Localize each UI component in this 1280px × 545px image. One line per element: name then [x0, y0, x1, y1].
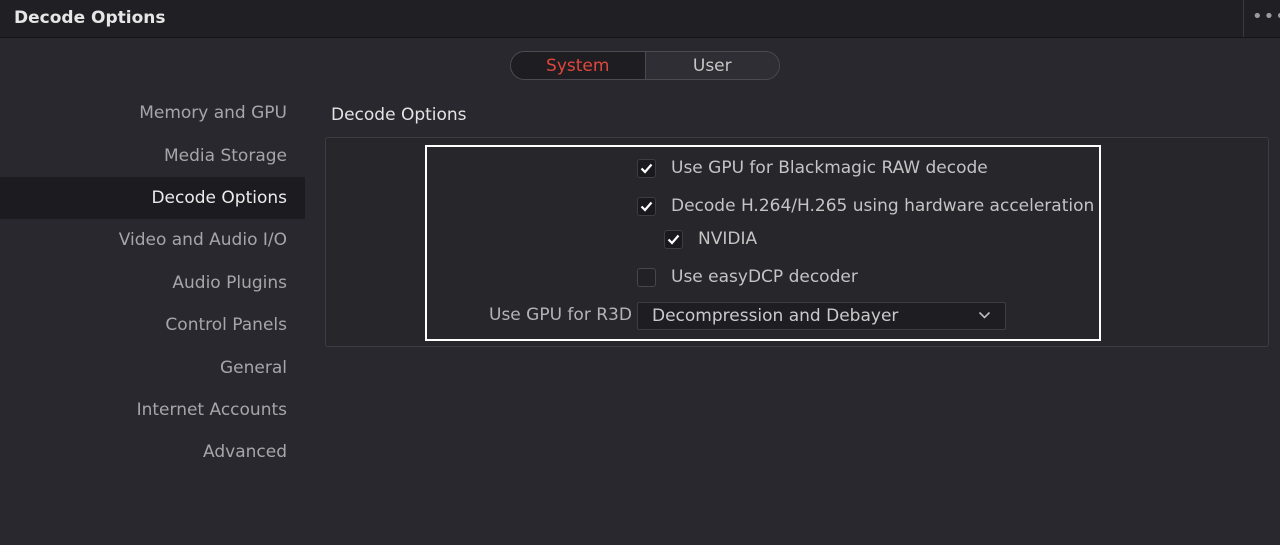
title-divider	[1243, 0, 1244, 37]
sidebar: Memory and GPU Media Storage Decode Opti…	[0, 92, 305, 474]
sidebar-item-memory-and-gpu[interactable]: Memory and GPU	[0, 92, 305, 134]
highlight-box	[425, 145, 1101, 341]
sidebar-item-decode-options[interactable]: Decode Options	[0, 176, 305, 220]
system-user-toggle: System User	[510, 51, 780, 80]
sidebar-item-audio-plugins[interactable]: Audio Plugins	[0, 262, 305, 304]
window-title: Decode Options	[14, 8, 166, 28]
sidebar-item-advanced[interactable]: Advanced	[0, 431, 305, 473]
sidebar-item-video-and-audio-io[interactable]: Video and Audio I/O	[0, 219, 305, 261]
ellipsis-icon[interactable]: •••	[1252, 6, 1280, 27]
tab-user[interactable]: User	[645, 52, 779, 79]
section-title: Decode Options	[331, 105, 467, 125]
tab-system[interactable]: System	[511, 52, 646, 79]
sidebar-item-general[interactable]: General	[0, 346, 305, 388]
title-bar: Decode Options •••	[0, 0, 1280, 38]
sidebar-item-media-storage[interactable]: Media Storage	[0, 134, 305, 176]
sidebar-item-control-panels[interactable]: Control Panels	[0, 304, 305, 346]
sidebar-item-internet-accounts[interactable]: Internet Accounts	[0, 389, 305, 431]
